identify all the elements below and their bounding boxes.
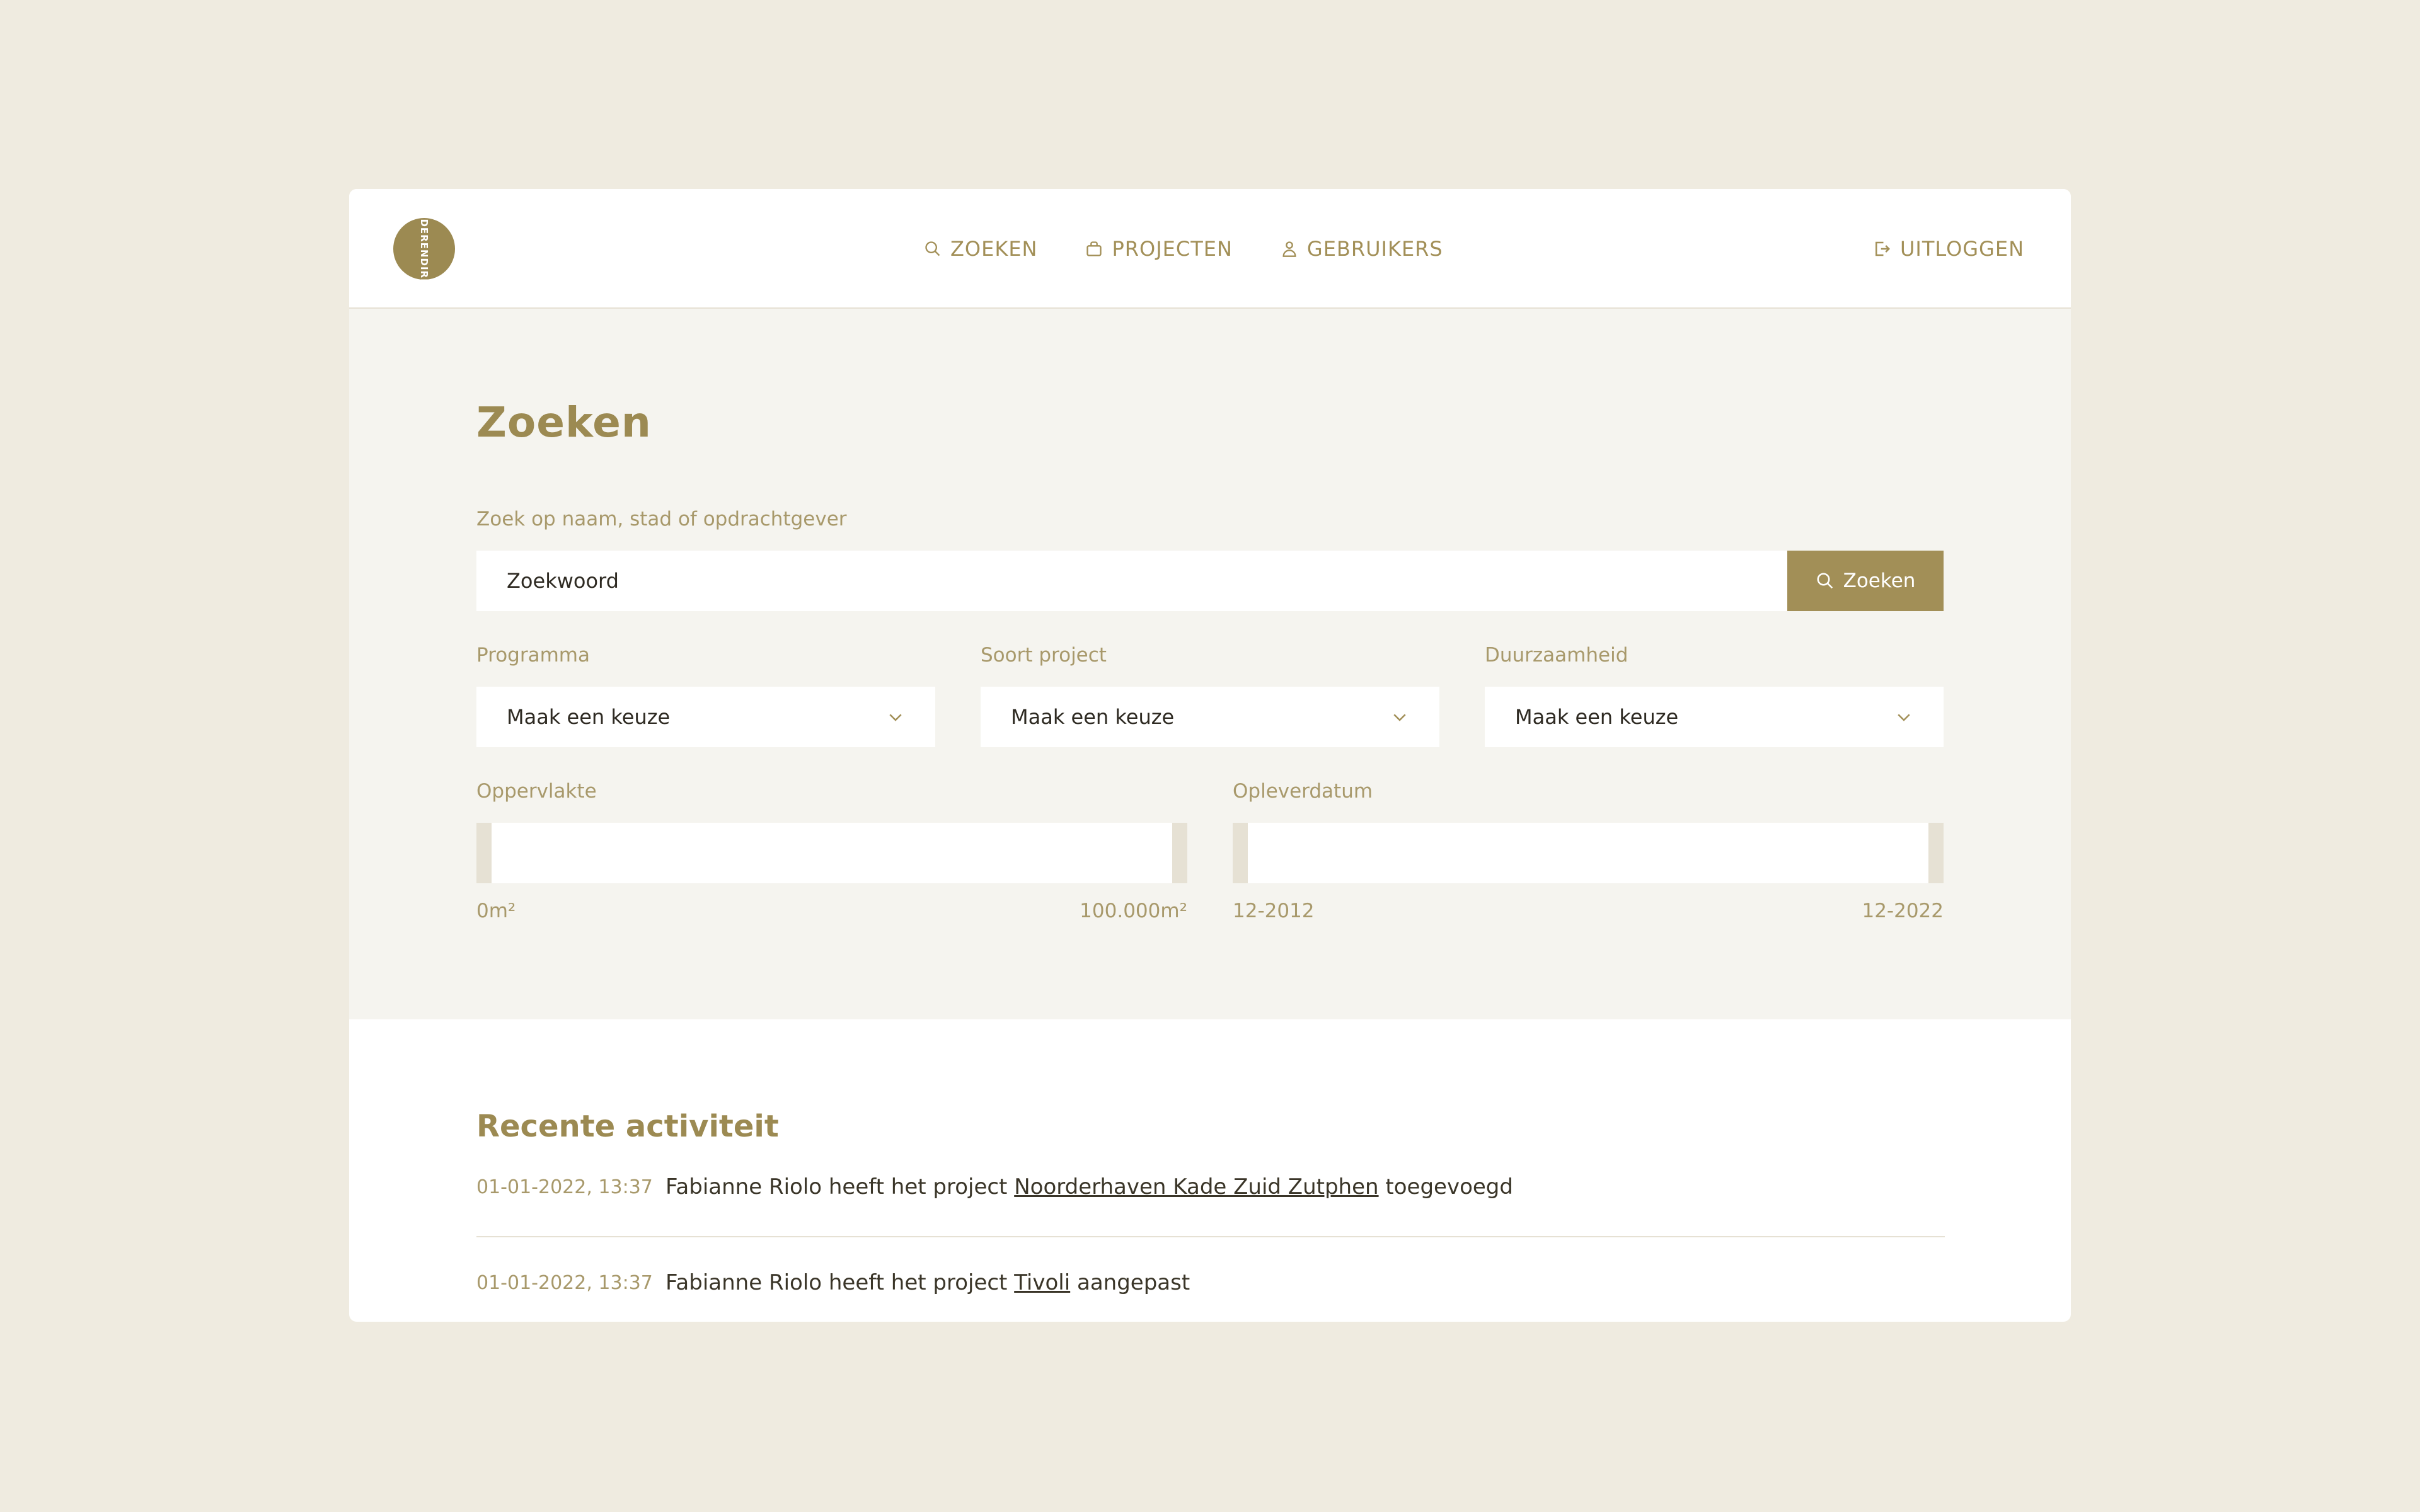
range-label-opleverdatum: Opleverdatum xyxy=(1233,780,1373,803)
activity-text-after: toegevoegd xyxy=(1385,1174,1513,1200)
nav-label: PROJECTEN xyxy=(1112,237,1233,261)
nav-label: ZOEKEN xyxy=(950,237,1038,261)
brand-logo[interactable]: DIEDERENDIRRIX xyxy=(393,199,455,299)
activity-date: 01-01-2022, 13:37 xyxy=(476,1271,653,1294)
briefcase-icon xyxy=(1086,241,1102,256)
range-max-handle[interactable] xyxy=(1172,823,1187,883)
main-card: DIEDERENDIRRIX ZOEKEN PROJECTEN GEBRUIKE… xyxy=(349,189,2071,1322)
activity-divider xyxy=(476,1236,1945,1237)
activity-title: Recente activiteit xyxy=(476,1109,779,1144)
nav-item-zoeken[interactable]: ZOEKEN xyxy=(924,237,1037,261)
chevron-down-icon xyxy=(1393,714,1406,721)
chevron-down-icon xyxy=(1898,714,1910,721)
filter-label-programma: Programma xyxy=(476,644,590,667)
oppervlakte-max-value: 100.000m² xyxy=(1080,900,1187,922)
select-value: Maak een keuze xyxy=(1515,705,1679,729)
nav-label: GEBRUIKERS xyxy=(1306,237,1443,261)
activity-text-before: Fabianne Riolo heeft het project xyxy=(666,1270,1008,1295)
activity-text-before: Fabianne Riolo heeft het project xyxy=(666,1174,1008,1200)
filter-label-soort-project: Soort project xyxy=(981,644,1107,667)
filter-label-duurzaamheid: Duurzaamheid xyxy=(1485,644,1628,667)
activity-item: 01-01-2022, 13:37 Fabianne Riolo heeft h… xyxy=(476,1270,1945,1295)
top-navigation: DIEDERENDIRRIX ZOEKEN PROJECTEN GEBRUIKE… xyxy=(349,189,2071,309)
chevron-down-icon xyxy=(889,714,902,721)
page-title: Zoeken xyxy=(476,398,652,447)
logout-button[interactable]: UITLOGGEN xyxy=(1872,237,2024,261)
activity-item: 01-01-2022, 13:37 Fabianne Riolo heeft h… xyxy=(476,1174,1945,1200)
select-value: Maak een keuze xyxy=(507,705,671,729)
activity-project-link[interactable]: Tivoli xyxy=(1014,1270,1070,1295)
oppervlakte-range-slider[interactable] xyxy=(476,823,1187,883)
activity-text: Fabianne Riolo heeft het project Tivoli … xyxy=(666,1270,1190,1295)
select-value: Maak een keuze xyxy=(1011,705,1175,729)
search-input[interactable]: Zoekwoord xyxy=(476,551,1789,611)
range-label-oppervlakte: Oppervlakte xyxy=(476,780,597,803)
search-button-label: Zoeken xyxy=(1843,570,1916,592)
search-button[interactable]: Zoeken xyxy=(1787,551,1944,611)
logo-text: DIEDERENDIRRIX xyxy=(418,199,430,299)
activity-date: 01-01-2022, 13:37 xyxy=(476,1176,653,1198)
logout-label: UITLOGGEN xyxy=(1899,237,2024,261)
programma-select[interactable]: Maak een keuze xyxy=(476,687,935,747)
nav-item-projecten[interactable]: PROJECTEN xyxy=(1085,237,1232,261)
opleverdatum-range-slider[interactable] xyxy=(1233,823,1944,883)
nav-item-gebruikers[interactable]: GEBRUIKERS xyxy=(1281,237,1443,261)
range-max-handle[interactable] xyxy=(1928,823,1944,883)
activity-project-link[interactable]: Noorderhaven Kade Zuid Zutphen xyxy=(1014,1174,1378,1200)
search-icon xyxy=(925,241,940,256)
activity-text: Fabianne Riolo heeft het project Noorder… xyxy=(666,1174,1513,1200)
main-nav: ZOEKEN PROJECTEN GEBRUIKERS xyxy=(924,189,1491,309)
soort-project-select[interactable]: Maak een keuze xyxy=(981,687,1439,747)
logout-icon xyxy=(1875,241,1890,256)
logout-area: UITLOGGEN xyxy=(1872,189,2024,309)
oppervlakte-min-value: 0m² xyxy=(476,900,516,922)
range-min-handle[interactable] xyxy=(476,823,492,883)
opleverdatum-max-value: 12-2022 xyxy=(1862,900,1944,922)
user-icon xyxy=(1282,241,1296,257)
search-icon xyxy=(1817,573,1833,589)
search-field-label: Zoek op naam, stad of opdrachtgever xyxy=(476,508,847,530)
duurzaamheid-select[interactable]: Maak een keuze xyxy=(1485,687,1944,747)
opleverdatum-min-value: 12-2012 xyxy=(1233,900,1315,922)
activity-text-after: aangepast xyxy=(1077,1270,1190,1295)
range-min-handle[interactable] xyxy=(1233,823,1248,883)
search-panel: Zoeken Zoek op naam, stad of opdrachtgev… xyxy=(349,309,2071,1019)
search-input-value: Zoekwoord xyxy=(507,569,619,593)
